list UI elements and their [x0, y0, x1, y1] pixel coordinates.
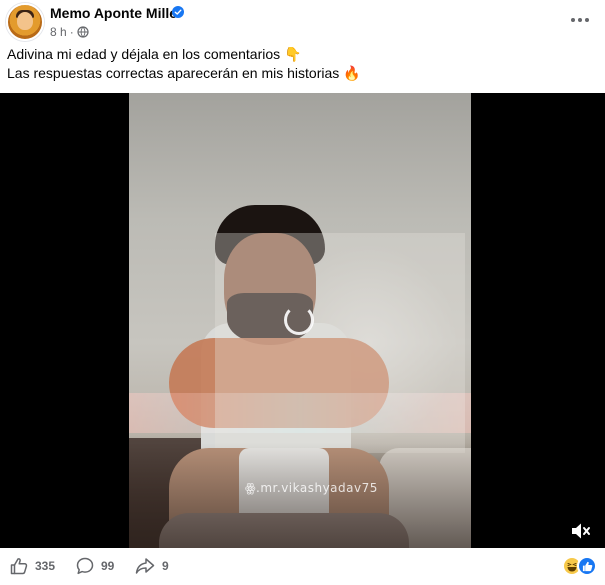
mute-toggle-button[interactable]: [569, 519, 593, 543]
post-time[interactable]: 8 h: [50, 25, 67, 39]
caption-line: Adivina mi edad y déjala en los comentar…: [7, 46, 302, 62]
comment-button[interactable]: 99: [76, 557, 114, 575]
verified-badge-icon: [172, 6, 184, 18]
author-name[interactable]: Memo Aponte Mille: [50, 5, 177, 21]
media-container[interactable]: ꙮ.mr.vikashyadav75: [0, 93, 605, 548]
comment-bubble-icon: [76, 557, 94, 575]
avatar-face: [17, 12, 33, 30]
loading-spinner-icon: [284, 305, 314, 335]
video-watermark: ꙮ.mr.vikashyadav75: [245, 481, 378, 495]
share-count: 9: [162, 559, 169, 573]
caption-line: Las respuestas correctas aparecerán en m…: [7, 65, 361, 81]
share-arrow-icon: [135, 558, 155, 574]
post-header: Memo Aponte Mille 8 h ·: [0, 0, 605, 44]
post-meta: 8 h ·: [50, 25, 89, 39]
author-avatar[interactable]: [6, 3, 44, 41]
like-reaction-thumb-icon: [582, 561, 592, 571]
post-caption: Adivina mi edad y déjala en los comentar…: [7, 45, 597, 83]
facebook-post: Memo Aponte Mille 8 h · Adivina mi edad …: [0, 0, 605, 585]
meta-separator: ·: [69, 25, 74, 39]
reactions-summary[interactable]: [562, 556, 600, 576]
share-button[interactable]: 9: [135, 557, 169, 575]
more-options-button[interactable]: [566, 8, 594, 32]
more-horizontal-icon: [571, 18, 589, 22]
video-glitch-band: [129, 393, 471, 433]
comment-count: 99: [101, 559, 115, 573]
post-actions-bar: 335 99 9: [0, 548, 605, 585]
thumbs-up-icon: [10, 558, 28, 575]
video-frame[interactable]: ꙮ.mr.vikashyadav75: [129, 93, 471, 548]
volume-muted-icon: [572, 523, 590, 539]
globe-icon: [77, 26, 89, 38]
video-bottom-shade: [129, 443, 471, 548]
like-button[interactable]: 335: [10, 557, 55, 575]
like-reaction-icon: [577, 556, 597, 576]
like-count: 335: [35, 559, 56, 573]
